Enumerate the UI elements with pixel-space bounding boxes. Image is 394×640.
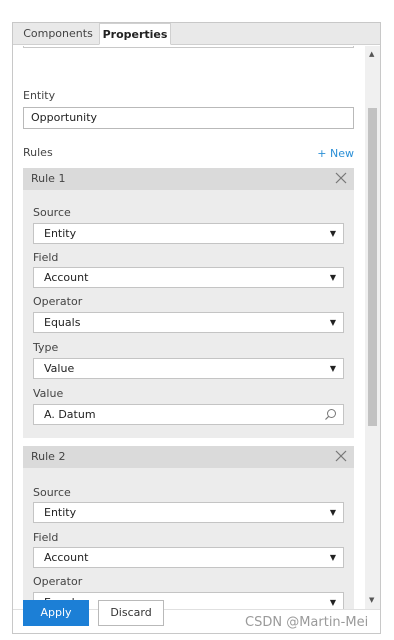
triangle-down-icon: ▼ [329,273,336,282]
scrollbar-thumb[interactable] [368,108,377,426]
type-value: Value [44,362,75,375]
tab-bar: Components Properties [13,23,380,45]
triangle-down-icon: ▼ [329,229,336,238]
source-label: Source [33,486,71,499]
apply-button[interactable]: Apply [23,600,89,626]
field-select[interactable]: Account ▼ [33,547,344,568]
entity-field[interactable]: Opportunity [23,107,354,129]
value-lookup-field[interactable]: A. Datum [33,404,344,425]
triangle-down-icon: ▼ [329,598,336,607]
close-icon[interactable] [334,449,348,463]
previous-field-edge [23,46,354,48]
operator-select[interactable]: Equals ▼ [33,312,344,333]
discard-button[interactable]: Discard [98,600,164,626]
field-value: Account [44,551,89,564]
source-select[interactable]: Entity ▼ [33,502,344,523]
field-value: Account [44,271,89,284]
value-text: A. Datum [44,408,96,421]
rule-title: Rule 2 [31,450,66,463]
tab-properties[interactable]: Properties [99,23,171,45]
triangle-down-icon: ▼ [329,553,336,562]
source-value: Entity [44,227,77,240]
operator-value: Equals [44,316,81,329]
properties-content: Entity Opportunity Rules + New Rule 1 So… [13,46,365,609]
field-label: Field [33,531,59,544]
source-value: Entity [44,506,77,519]
source-select[interactable]: Entity ▼ [33,223,344,244]
field-label: Field [33,251,59,264]
type-label: Type [33,341,59,354]
scroll-up-icon[interactable]: ▲ [369,50,374,58]
properties-panel: Components Properties Entity Opportunity… [12,22,381,634]
rules-header: Rules + New [23,146,354,162]
close-icon[interactable] [334,171,348,185]
field-select[interactable]: Account ▼ [33,267,344,288]
triangle-down-icon: ▼ [329,508,336,517]
operator-label: Operator [33,295,83,308]
operator-label: Operator [33,575,83,588]
vertical-scrollbar[interactable]: ▲ ▼ [365,46,380,609]
rules-label: Rules [23,146,53,159]
watermark: CSDN @Martin-Mei [245,615,369,630]
triangle-down-icon: ▼ [329,318,336,327]
rule-header: Rule 2 [23,446,354,468]
rule-header: Rule 1 [23,168,354,190]
rule-title: Rule 1 [31,172,66,185]
entity-label: Entity [23,89,56,102]
rule-card-2: Rule 2 Source Entity ▼ Field Account ▼ O… [23,446,354,609]
scroll-down-icon[interactable]: ▼ [369,596,374,604]
rule-card-1: Rule 1 Source Entity ▼ Field Account ▼ O… [23,168,354,438]
tab-components[interactable]: Components [17,23,99,45]
source-label: Source [33,206,71,219]
search-icon[interactable] [324,408,337,421]
new-rule-link[interactable]: + New [317,147,354,160]
value-label: Value [33,387,64,400]
triangle-down-icon: ▼ [329,364,336,373]
type-select[interactable]: Value ▼ [33,358,344,379]
